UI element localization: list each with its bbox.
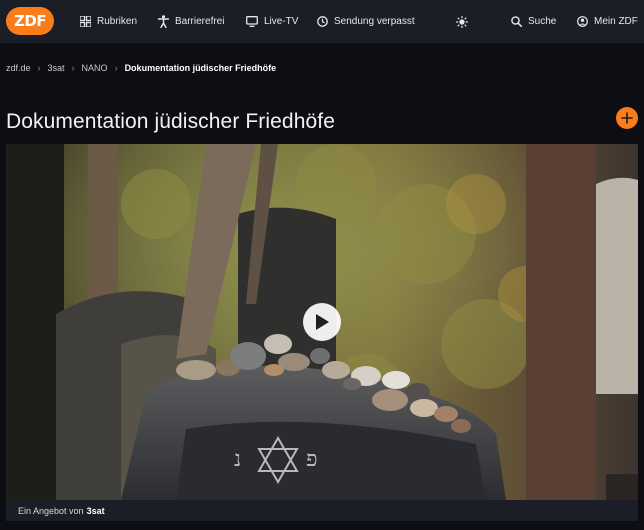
nav-mein-zdf[interactable]: Mein ZDF xyxy=(577,0,638,43)
nav-livetv[interactable]: Live-TV xyxy=(246,0,298,43)
chevron-right-icon: › xyxy=(37,63,41,73)
breadcrumb: zdf.de › 3sat › NANO › Dokumentation jüd… xyxy=(6,62,276,74)
provider-name: 3sat xyxy=(86,505,105,516)
plus-icon xyxy=(621,112,633,124)
clock-icon xyxy=(317,16,328,27)
nav-mein-zdf-label: Mein ZDF xyxy=(594,16,638,27)
sun-icon xyxy=(456,15,468,28)
breadcrumb-item-nano[interactable]: NANO xyxy=(82,63,108,73)
nav-barrierefrei[interactable]: Barrierefrei xyxy=(158,0,224,43)
nav-barrierefrei-label: Barrierefrei xyxy=(175,16,225,27)
chevron-right-icon: › xyxy=(71,63,75,73)
page-title: Dokumentation jüdischer Friedhöfe xyxy=(6,110,335,133)
svg-text:פ: פ xyxy=(306,447,318,472)
chevron-right-icon: › xyxy=(114,63,118,73)
nav-sendung-verpasst[interactable]: Sendung verpasst xyxy=(317,0,415,43)
theme-toggle-button[interactable] xyxy=(456,0,468,43)
provider-bar: Ein Angebot von 3sat xyxy=(6,500,638,521)
nav-livetv-label: Live-TV xyxy=(264,16,299,27)
grid-icon xyxy=(80,16,91,27)
zdf-logo-text: ZDF xyxy=(13,12,47,30)
tv-icon xyxy=(246,16,258,27)
accessibility-icon xyxy=(158,15,169,28)
nav-rubriken-label: Rubriken xyxy=(97,16,138,27)
zdf-logo[interactable]: ZDF xyxy=(6,7,54,35)
video-player[interactable]: נ פ xyxy=(6,144,638,500)
play-icon xyxy=(316,314,329,330)
svg-text:נ: נ xyxy=(234,447,241,472)
breadcrumb-item-3sat[interactable]: 3sat xyxy=(48,63,65,73)
breadcrumb-item-zdf[interactable]: zdf.de xyxy=(6,63,31,73)
nav-rubriken[interactable]: Rubriken xyxy=(80,0,137,43)
nav-suche-label: Suche xyxy=(528,16,557,27)
nav-suche[interactable]: Suche xyxy=(511,0,556,43)
user-icon xyxy=(577,16,588,27)
play-button[interactable] xyxy=(303,303,341,341)
add-to-list-button[interactable] xyxy=(616,107,638,129)
top-navigation: ZDF Rubriken Barrierefrei Live-TV Sendun… xyxy=(0,0,644,43)
breadcrumb-current: Dokumentation jüdischer Friedhöfe xyxy=(124,63,277,73)
provider-prefix: Ein Angebot von xyxy=(18,505,84,516)
nav-sendung-verpasst-label: Sendung verpasst xyxy=(334,16,415,27)
search-icon xyxy=(511,16,522,27)
